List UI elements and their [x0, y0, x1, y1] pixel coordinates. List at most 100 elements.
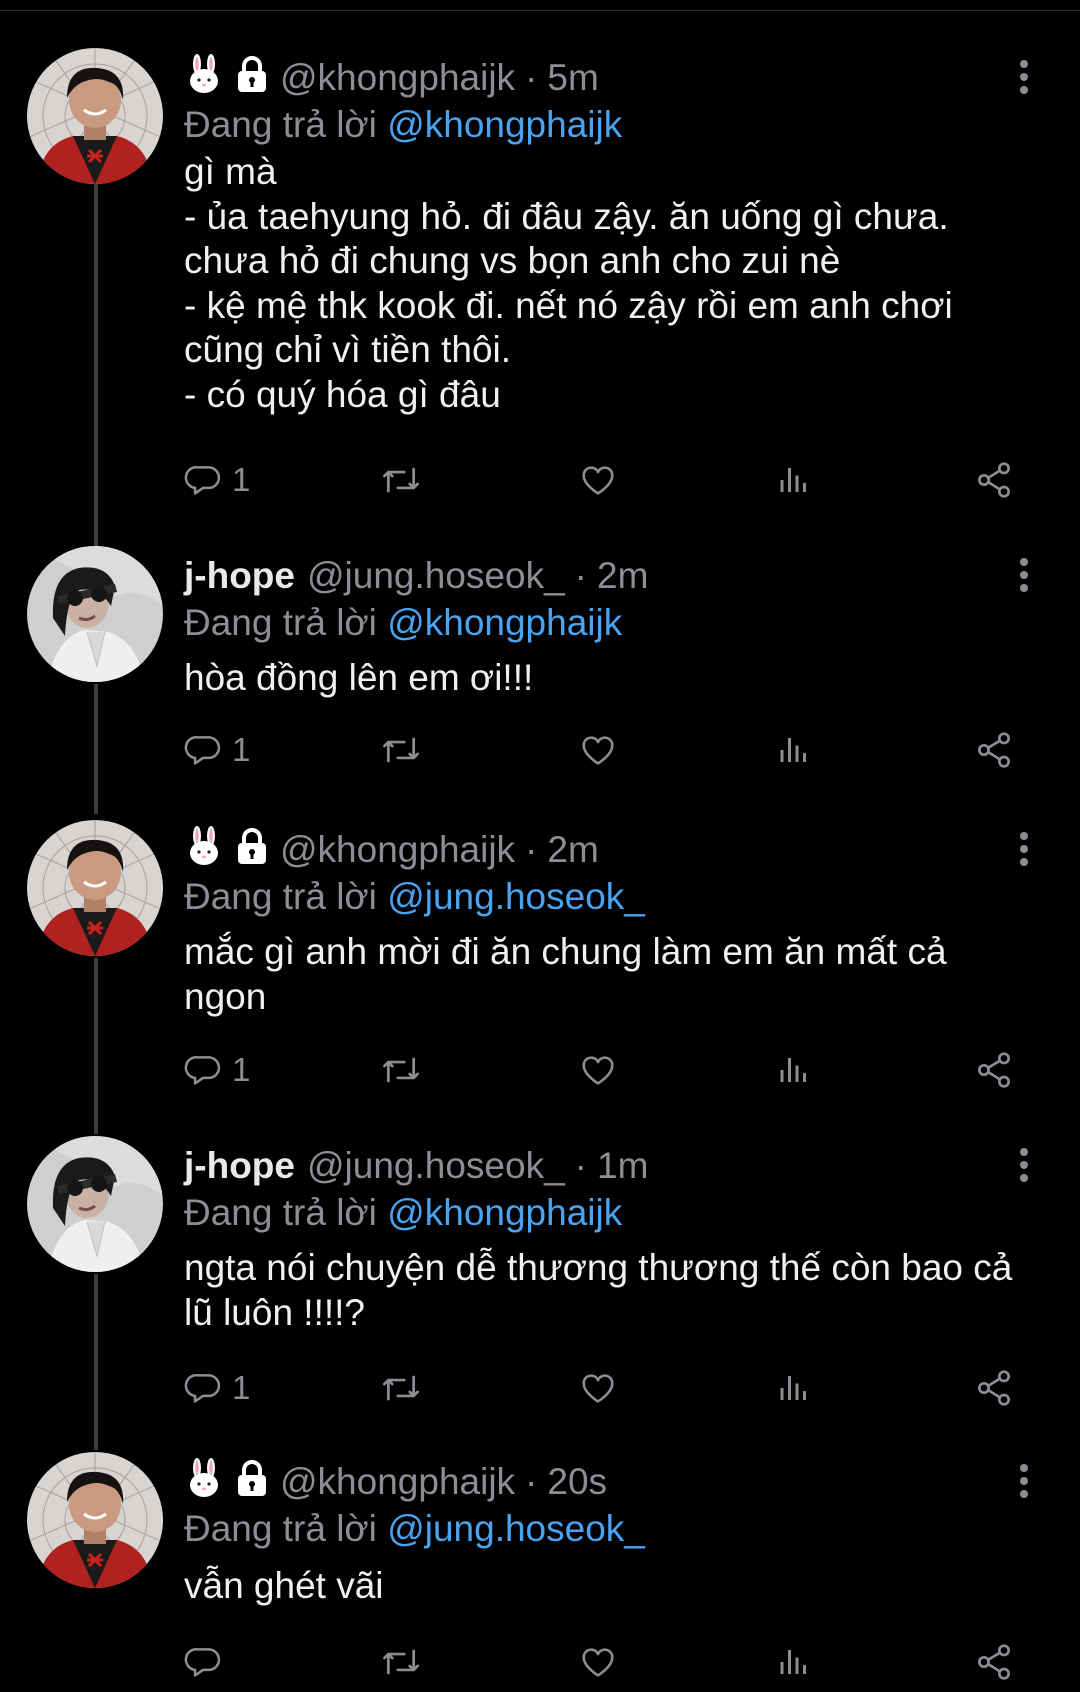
- more-options-icon[interactable]: [1014, 1460, 1034, 1500]
- retweet-icon: [383, 1057, 419, 1083]
- rabbit-icon: [184, 1457, 224, 1507]
- separator: ·: [574, 555, 587, 596]
- author-handle[interactable]: @khongphaijk: [280, 829, 515, 871]
- replying-to: Đang trả lời @jung.hoseok_: [184, 1508, 645, 1550]
- like-button[interactable]: [578, 1638, 618, 1686]
- thread-line: [94, 184, 98, 548]
- retweet-button[interactable]: [379, 726, 423, 774]
- share-icon: [978, 462, 1010, 498]
- timestamp[interactable]: 2m: [597, 555, 648, 597]
- replying-to: Đang trả lời @jung.hoseok_: [184, 876, 645, 918]
- tweet-header: j-hope @jung.hoseok_ · 2m: [184, 554, 648, 598]
- tweet-actions: 1: [184, 1046, 1044, 1094]
- replying-to-link[interactable]: @khongphaijk: [387, 602, 622, 643]
- replying-label: Đang trả lời: [184, 876, 377, 917]
- timestamp[interactable]: 5m: [547, 57, 598, 99]
- share-icon: [978, 1370, 1010, 1406]
- lock-icon: [234, 1458, 270, 1507]
- more-options-icon[interactable]: [1014, 828, 1034, 868]
- replying-label: Đang trả lời: [184, 104, 377, 145]
- share-button[interactable]: [974, 1046, 1014, 1094]
- views-button[interactable]: [776, 1638, 812, 1686]
- more-options-icon[interactable]: [1014, 554, 1034, 594]
- reply-count: 1: [232, 461, 251, 498]
- top-divider: [0, 0, 1080, 11]
- author-name[interactable]: j-hope: [184, 555, 295, 597]
- reply-button[interactable]: 1: [184, 1046, 250, 1094]
- retweet-button[interactable]: [379, 1046, 423, 1094]
- thread-line: [94, 958, 98, 1134]
- share-icon: [978, 732, 1010, 768]
- author-handle[interactable]: @jung.hoseok_: [307, 1145, 565, 1187]
- tweet-text: hòa đồng lên em ơi!!!: [184, 657, 534, 698]
- tweet-header: @khongphaijk · 5m: [184, 53, 599, 103]
- more-options-icon[interactable]: [1014, 56, 1034, 96]
- replying-to-link[interactable]: @jung.hoseok_: [387, 876, 645, 917]
- retweet-icon: [383, 1375, 419, 1401]
- timestamp[interactable]: 20s: [547, 1461, 607, 1503]
- reply-count: 1: [232, 1369, 251, 1406]
- tweet-header: @khongphaijk · 20s: [184, 1457, 607, 1507]
- tweet-text: mắc gì anh mời đi ăn chung làm em ăn mất…: [184, 931, 947, 1017]
- rabbit-icon: [184, 53, 224, 103]
- views-button[interactable]: [776, 726, 812, 774]
- like-button[interactable]: [578, 1364, 618, 1412]
- thread-line: [94, 684, 98, 814]
- like-icon: [582, 466, 614, 495]
- share-button[interactable]: [974, 726, 1014, 774]
- replying-label: Đang trả lời: [184, 602, 377, 643]
- author-handle[interactable]: @jung.hoseok_: [307, 555, 565, 597]
- separator: ·: [574, 1145, 587, 1186]
- reply-button[interactable]: [184, 1638, 232, 1686]
- more-options-icon[interactable]: [1014, 1144, 1034, 1184]
- avatar-khongphaijk[interactable]: [27, 820, 163, 956]
- replying-to-link[interactable]: @jung.hoseok_: [387, 1508, 645, 1549]
- thread-line: [94, 1274, 98, 1450]
- reply-count: 1: [232, 731, 251, 768]
- replying-label: Đang trả lời: [184, 1508, 377, 1549]
- retweet-button[interactable]: [379, 1364, 423, 1412]
- views-button[interactable]: [776, 1046, 812, 1094]
- views-icon: [780, 1650, 806, 1674]
- avatar-jhope[interactable]: [27, 546, 163, 682]
- views-button[interactable]: [776, 1364, 812, 1412]
- author-handle[interactable]: @khongphaijk: [280, 1461, 515, 1503]
- views-icon: [780, 1376, 806, 1400]
- replying-to-link[interactable]: @khongphaijk: [387, 1192, 622, 1233]
- timestamp[interactable]: 2m: [547, 829, 598, 871]
- reply-button[interactable]: 1: [184, 456, 250, 504]
- retweet-button[interactable]: [379, 1638, 423, 1686]
- like-button[interactable]: [578, 726, 618, 774]
- like-button[interactable]: [578, 456, 618, 504]
- retweet-button[interactable]: [379, 456, 423, 504]
- replying-to-link[interactable]: @khongphaijk: [387, 104, 622, 145]
- share-icon: [978, 1644, 1010, 1680]
- tweet-header: j-hope @jung.hoseok_ · 1m: [184, 1144, 648, 1188]
- replying-to: Đang trả lời @khongphaijk: [184, 1192, 622, 1234]
- views-button[interactable]: [776, 456, 812, 504]
- separator: ·: [525, 57, 538, 98]
- replying-label: Đang trả lời: [184, 1192, 377, 1233]
- like-icon: [582, 1056, 614, 1085]
- avatar-khongphaijk[interactable]: [27, 1452, 163, 1588]
- share-button[interactable]: [974, 1638, 1014, 1686]
- share-button[interactable]: [974, 1364, 1014, 1412]
- tweet-text: gì mà - ủa taehyung hỏ. đi đâu zậy. ăn u…: [184, 151, 953, 415]
- avatar-jhope[interactable]: [27, 1136, 163, 1272]
- avatar-khongphaijk[interactable]: [27, 48, 163, 184]
- tweet-actions: [184, 1638, 1044, 1686]
- timestamp[interactable]: 1m: [597, 1145, 648, 1187]
- author-name[interactable]: j-hope: [184, 1145, 295, 1187]
- retweet-icon: [383, 467, 419, 493]
- share-icon: [978, 1052, 1010, 1088]
- reply-button[interactable]: 1: [184, 1364, 250, 1412]
- tweet-actions: 1: [184, 456, 1044, 504]
- author-handle[interactable]: @khongphaijk: [280, 57, 515, 99]
- reply-button[interactable]: 1: [184, 726, 250, 774]
- reply-icon: [184, 1374, 221, 1403]
- like-button[interactable]: [578, 1046, 618, 1094]
- reply-icon: [184, 736, 221, 765]
- reply-count: 1: [232, 1051, 251, 1088]
- rabbit-icon: [184, 825, 224, 875]
- share-button[interactable]: [974, 456, 1014, 504]
